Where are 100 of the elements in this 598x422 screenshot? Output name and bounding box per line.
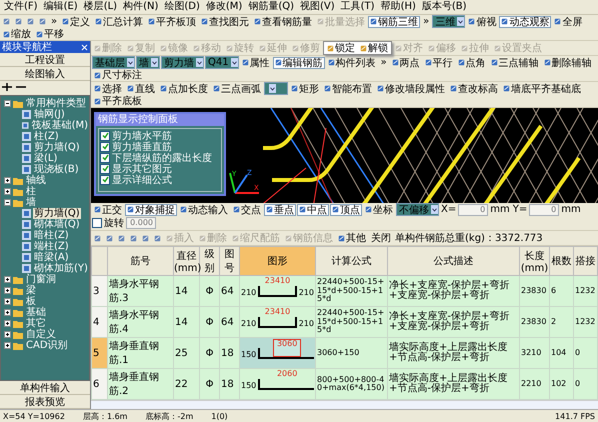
toolbar-button[interactable]: 两点: [390, 56, 422, 68]
nav-button[interactable]: 工程设置: [0, 53, 90, 67]
toolbar-button[interactable]: 直线: [125, 82, 157, 94]
toolbar-button[interactable]: 平齐底板: [92, 95, 144, 107]
dropdown-field[interactable]: 墙: [136, 56, 160, 69]
tree-item[interactable]: 砌体墙(Q): [33, 219, 81, 230]
expand-all-icon[interactable]: [2, 83, 12, 91]
menu-item[interactable]: 版本号(B): [422, 1, 467, 13]
menu-item[interactable]: 楼层(L): [84, 1, 118, 13]
toolbar-button[interactable]: 顶点: [330, 204, 362, 216]
dropdown-field[interactable]: [264, 82, 288, 95]
tree-item[interactable]: 砌体加筋(Y): [33, 263, 89, 274]
tree-item[interactable]: 剪力墙(Q): [33, 142, 81, 153]
toolbar-button[interactable]: 修改墙段属性: [375, 82, 447, 94]
expand-icon[interactable]: [4, 188, 11, 195]
toolbar-button[interactable]: 矩形: [289, 82, 321, 94]
menu-item[interactable]: 绘图(D): [164, 1, 200, 13]
toolbar-button[interactable]: 点加长度: [158, 82, 210, 94]
toolbar-button[interactable]: 平行: [422, 56, 455, 68]
expand-icon[interactable]: [4, 177, 11, 184]
checkbox[interactable]: [92, 218, 102, 228]
toolbar-button[interactable]: 查找图元: [199, 16, 252, 28]
menu-item[interactable]: 解锁: [358, 42, 390, 54]
toolbar-button[interactable]: 查看钢筋量: [252, 16, 314, 28]
toolbar-button[interactable]: »: [49, 16, 60, 28]
tree-item[interactable]: 暗柱(Z): [33, 230, 70, 241]
checkbox[interactable]: [100, 174, 110, 184]
checkbox[interactable]: [100, 152, 110, 162]
column-header[interactable]: 筋号: [108, 246, 174, 276]
column-header[interactable]: 图号: [220, 246, 240, 276]
menu-item[interactable]: 文件(F): [4, 1, 38, 13]
tree-item[interactable]: 现浇板(B): [33, 164, 80, 175]
menu-item[interactable]: 锁定: [325, 42, 357, 54]
checkbox[interactable]: [100, 142, 110, 152]
tree-item[interactable]: 基础: [25, 307, 47, 318]
toolbar-button[interactable]: »: [421, 16, 432, 28]
tree-item[interactable]: 柱(Z): [33, 131, 60, 142]
toolbar-button[interactable]: 动态输入: [178, 204, 230, 216]
checkbox[interactable]: [100, 130, 110, 140]
menu-item[interactable]: 帮助(H): [380, 1, 416, 13]
expand-icon[interactable]: [4, 276, 11, 283]
tree-item[interactable]: 暗梁(A): [33, 252, 70, 263]
column-header[interactable]: 计算公式: [316, 246, 388, 276]
toolbar-button[interactable]: 关闭: [369, 232, 393, 244]
tree-item[interactable]: 端柱(Z): [33, 241, 70, 252]
toolbar-button[interactable]: 定义: [60, 16, 92, 28]
toolbar-button[interactable]: 动态观察: [499, 16, 552, 28]
expand-icon[interactable]: [4, 342, 11, 349]
tree-item[interactable]: 常用构件类型: [25, 98, 87, 109]
toolbar-button[interactable]: 删除辅轴: [542, 56, 594, 68]
expand-icon[interactable]: [4, 298, 11, 305]
toolbar-button[interactable]: »: [378, 56, 389, 68]
toolbar-button[interactable]: 坐标: [363, 204, 395, 216]
toolbar-button[interactable]: 三点辅轴: [488, 56, 541, 68]
tree-item[interactable]: 筏板基础(M): [30, 120, 89, 131]
dropdown-field[interactable]: 不偏移: [396, 203, 439, 216]
nav-button[interactable]: 单构件输入: [0, 381, 90, 395]
column-header[interactable]: 图形: [240, 246, 316, 276]
toolbar-button[interactable]: 智能布置: [322, 82, 374, 94]
toolbar-button[interactable]: 垂点: [264, 204, 296, 216]
input-field[interactable]: 0.000: [126, 217, 156, 229]
tree-item[interactable]: 梁: [25, 285, 37, 296]
column-header[interactable]: 长度(mm): [520, 246, 550, 276]
column-header[interactable]: 公式描述: [388, 246, 520, 276]
column-header[interactable]: 根数: [550, 246, 574, 276]
tree-item[interactable]: 板: [25, 296, 37, 307]
expand-icon[interactable]: [4, 331, 11, 338]
toolbar-button[interactable]: 选择: [92, 82, 124, 94]
expand-icon[interactable]: [4, 309, 11, 316]
toolbar-button[interactable]: 平齐板顶: [146, 16, 198, 28]
toolbar-button[interactable]: 尺寸标注: [92, 69, 144, 81]
toolbar-button[interactable]: 缩放: [1, 28, 33, 40]
toolbar-button[interactable]: 属性: [240, 56, 272, 68]
menu-item[interactable]: 视图(V): [300, 1, 335, 13]
toolbar-button[interactable]: 汇总计算: [93, 16, 146, 28]
toolbar-button[interactable]: 交点: [231, 204, 263, 216]
tree-item[interactable]: 自定义: [25, 329, 57, 340]
toolbar-button[interactable]: 正交: [92, 204, 124, 216]
column-header[interactable]: 搭接: [574, 246, 598, 276]
menu-item[interactable]: 构件(N): [123, 1, 158, 13]
dropdown-field[interactable]: 剪力墙: [161, 56, 204, 69]
toolbar-button[interactable]: 编辑钢筋: [272, 56, 325, 68]
collapse-icon[interactable]: [4, 100, 11, 107]
dropdown-field[interactable]: 基础层: [92, 56, 135, 69]
tree-item[interactable]: 柱: [25, 186, 37, 197]
tree-item[interactable]: CAD识别: [25, 340, 69, 351]
toolbar-button[interactable]: 查改标高: [448, 82, 500, 94]
toolbar-button[interactable]: 对象捕捉: [125, 204, 177, 216]
row-number[interactable]: 6: [92, 368, 108, 400]
row-number[interactable]: 4: [92, 306, 108, 338]
input-field[interactable]: 0: [529, 204, 560, 216]
nav-button[interactable]: 报表预览: [0, 395, 90, 409]
tree-item[interactable]: 轴网(J): [33, 109, 66, 120]
tree-item[interactable]: 梁(L): [33, 153, 58, 164]
dropdown-field[interactable]: Q41: [205, 56, 239, 69]
tree-item[interactable]: 墙: [25, 197, 37, 208]
collapse-icon[interactable]: [4, 199, 11, 206]
toolbar-button[interactable]: 三点画弧: [211, 82, 263, 94]
toolbar-button[interactable]: 平移: [34, 28, 66, 40]
toolbar-button[interactable]: 全屏: [552, 16, 584, 28]
